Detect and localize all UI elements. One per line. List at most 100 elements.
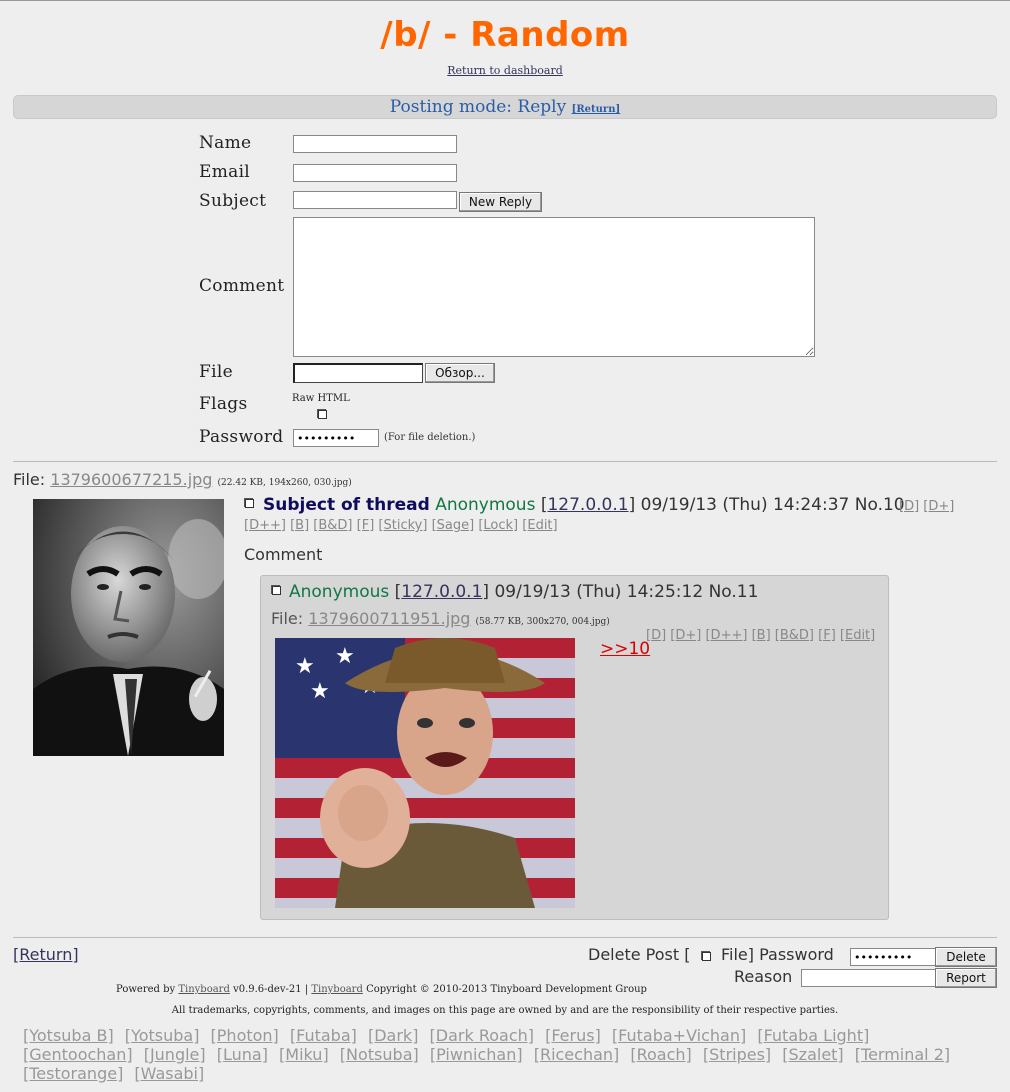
dashboard-link-row: Return to dashboard bbox=[0, 64, 1010, 77]
powered-by-line: Powered by Tinyboard v0.9.6-dev-21 | Tin… bbox=[116, 984, 647, 995]
delete-button[interactable]: Delete bbox=[935, 947, 997, 967]
op-control-lock[interactable]: [Lock] bbox=[478, 518, 518, 533]
reply-post-number[interactable]: No.11 bbox=[709, 582, 759, 602]
style-yotsuba[interactable]: [Yotsuba] bbox=[125, 1026, 200, 1045]
op-file-info: (22.42 KB, 194x260, 030.jpg) bbox=[217, 478, 352, 488]
style-notsuba[interactable]: [Notsuba] bbox=[340, 1045, 419, 1064]
style-yotsuba-b[interactable]: [Yotsuba B] bbox=[23, 1026, 114, 1045]
reply-header-line: Anonymous [127.0.0.1] 09/19/13 (Thu) 14:… bbox=[289, 582, 759, 602]
op-ip-link[interactable]: 127.0.0.1 bbox=[547, 495, 628, 515]
op-control-edit[interactable]: [Edit] bbox=[522, 518, 557, 533]
reply-thumbnail-image[interactable]: ★ ★ ★ ★ bbox=[275, 638, 575, 908]
op-thumbnail-image[interactable] bbox=[33, 499, 228, 756]
op-select-checkbox[interactable] bbox=[245, 499, 254, 508]
style-miku[interactable]: [Miku] bbox=[279, 1045, 329, 1064]
reply-ip-link[interactable]: 127.0.0.1 bbox=[401, 582, 482, 602]
style-futaba-light[interactable]: [Futaba Light] bbox=[757, 1026, 869, 1045]
op-control-b-and-d[interactable]: [B&D] bbox=[313, 518, 352, 533]
op-control-sage[interactable]: [Sage] bbox=[432, 518, 475, 533]
svg-text:★: ★ bbox=[295, 654, 315, 679]
reason-label: Reason bbox=[734, 967, 793, 986]
reply-name: Anonymous bbox=[289, 582, 390, 602]
comment-textarea[interactable] bbox=[293, 217, 815, 357]
divider-top bbox=[13, 461, 997, 462]
style-piwnichan[interactable]: [Piwnichan] bbox=[430, 1045, 523, 1064]
tinyboard-link[interactable]: Tinyboard bbox=[178, 984, 230, 995]
style-switcher: [Yotsuba B] [Yotsuba] [Photon] [Futaba] … bbox=[13, 1026, 963, 1083]
return-to-dashboard-link[interactable]: Return to dashboard bbox=[447, 64, 563, 77]
op-control-d-plus-plus[interactable]: [D++] bbox=[244, 518, 286, 533]
password-label: Password bbox=[199, 427, 284, 447]
op-controls-line2: [D++] [B] [B&D] [F] [Sticky] [Sage] [Loc… bbox=[244, 518, 558, 533]
style-stripes[interactable]: [Stripes] bbox=[703, 1045, 771, 1064]
style-terminal-2[interactable]: [Terminal 2] bbox=[855, 1045, 950, 1064]
op-control-d[interactable]: [D] bbox=[899, 499, 919, 514]
op-body: Comment bbox=[244, 545, 323, 564]
posting-mode-bar: Posting mode: Reply [Return] bbox=[13, 95, 997, 119]
style-szalet[interactable]: [Szalet] bbox=[782, 1045, 843, 1064]
op-name: Anonymous bbox=[435, 495, 536, 515]
version-text: v0.9.6-dev-21 | bbox=[233, 984, 309, 995]
op-controls-line1: [D] [D+] bbox=[899, 499, 954, 514]
posting-mode-label: Posting mode: Reply bbox=[389, 97, 567, 117]
comment-label: Comment bbox=[199, 276, 285, 296]
style-gentoochan[interactable]: [Gentoochan] bbox=[23, 1045, 133, 1064]
footer-return-link[interactable]: [Return] bbox=[13, 945, 79, 964]
reply-control-b[interactable]: [B] bbox=[752, 628, 771, 643]
reply-file-info: (58.77 KB, 300x270, 004.jpg) bbox=[475, 617, 610, 627]
op-post-number[interactable]: No.10 bbox=[855, 495, 905, 515]
op-file-prefix: File: bbox=[13, 470, 46, 489]
reply-file-link[interactable]: 1379600711951.jpg bbox=[308, 609, 470, 628]
flags-label: Flags bbox=[199, 394, 248, 414]
reply-control-d-plus-plus[interactable]: [D++] bbox=[705, 628, 747, 643]
password-input[interactable] bbox=[293, 429, 379, 447]
subject-input[interactable] bbox=[293, 191, 457, 209]
style-ricechan[interactable]: [Ricechan] bbox=[534, 1045, 620, 1064]
board-title: /b/ - Random bbox=[380, 15, 630, 55]
raw-html-checkbox[interactable] bbox=[318, 410, 327, 419]
reason-input[interactable] bbox=[801, 969, 936, 987]
reply-datetime: 09/19/13 (Thu) 14:25:12 bbox=[494, 582, 704, 602]
op-control-sticky[interactable]: [Sticky] bbox=[378, 518, 427, 533]
style-futaba-vichan[interactable]: [Futaba+Vichan] bbox=[612, 1026, 746, 1045]
style-dark[interactable]: [Dark] bbox=[368, 1026, 418, 1045]
reply-select-checkbox[interactable] bbox=[272, 586, 281, 595]
delete-file-password-label: File] Password bbox=[721, 945, 834, 964]
op-file-link[interactable]: 1379600677215.jpg bbox=[50, 470, 212, 489]
reply-control-d-plus[interactable]: [D+] bbox=[670, 628, 701, 643]
style-jungle[interactable]: [Jungle] bbox=[144, 1045, 206, 1064]
powered-prefix: Powered by bbox=[116, 984, 176, 995]
file-label: File bbox=[199, 362, 233, 382]
report-button[interactable]: Report bbox=[935, 968, 997, 988]
op-header-line: Subject of thread Anonymous [127.0.0.1] … bbox=[263, 495, 905, 515]
browse-button[interactable]: Обзор... bbox=[425, 363, 495, 383]
style-futaba[interactable]: [Futaba] bbox=[290, 1026, 357, 1045]
style-photon[interactable]: [Photon] bbox=[211, 1026, 279, 1045]
delete-file-checkbox[interactable] bbox=[702, 952, 711, 961]
op-control-d-plus[interactable]: [D+] bbox=[923, 499, 954, 514]
op-control-f[interactable]: [F] bbox=[357, 518, 375, 533]
reply-control-b-and-d[interactable]: [B&D] bbox=[775, 628, 814, 643]
delete-password-input[interactable] bbox=[850, 948, 936, 966]
trademarks-text: All trademarks, copyrights, comments, an… bbox=[171, 1005, 839, 1016]
style-roach[interactable]: [Roach] bbox=[630, 1045, 691, 1064]
new-reply-button[interactable]: New Reply bbox=[459, 192, 542, 212]
reply-control-f[interactable]: [F] bbox=[818, 628, 836, 643]
posting-mode-return-link[interactable]: [Return] bbox=[572, 104, 621, 115]
reply-file-line: File: 1379600711951.jpg (58.77 KB, 300x2… bbox=[271, 609, 610, 628]
style-testorange[interactable]: [Testorange] bbox=[23, 1064, 123, 1083]
name-input[interactable] bbox=[293, 135, 457, 153]
password-note: (For file deletion.) bbox=[384, 432, 476, 443]
reply-control-edit[interactable]: [Edit] bbox=[840, 628, 875, 643]
style-dark-roach[interactable]: [Dark Roach] bbox=[430, 1026, 534, 1045]
style-ferus[interactable]: [Ferus] bbox=[545, 1026, 601, 1045]
copyright-text: Copyright © 2010-2013 Tinyboard Developm… bbox=[366, 984, 647, 995]
email-input[interactable] bbox=[293, 164, 457, 182]
style-wasabi[interactable]: [Wasabi] bbox=[134, 1064, 204, 1083]
file-input[interactable] bbox=[293, 363, 423, 383]
reply-quote-link[interactable]: >>10 bbox=[600, 639, 650, 659]
style-luna[interactable]: [Luna] bbox=[217, 1045, 268, 1064]
op-subject: Subject of thread bbox=[263, 495, 430, 515]
op-control-b[interactable]: [B] bbox=[290, 518, 309, 533]
tinyboard-link-2[interactable]: Tinyboard bbox=[311, 984, 363, 995]
